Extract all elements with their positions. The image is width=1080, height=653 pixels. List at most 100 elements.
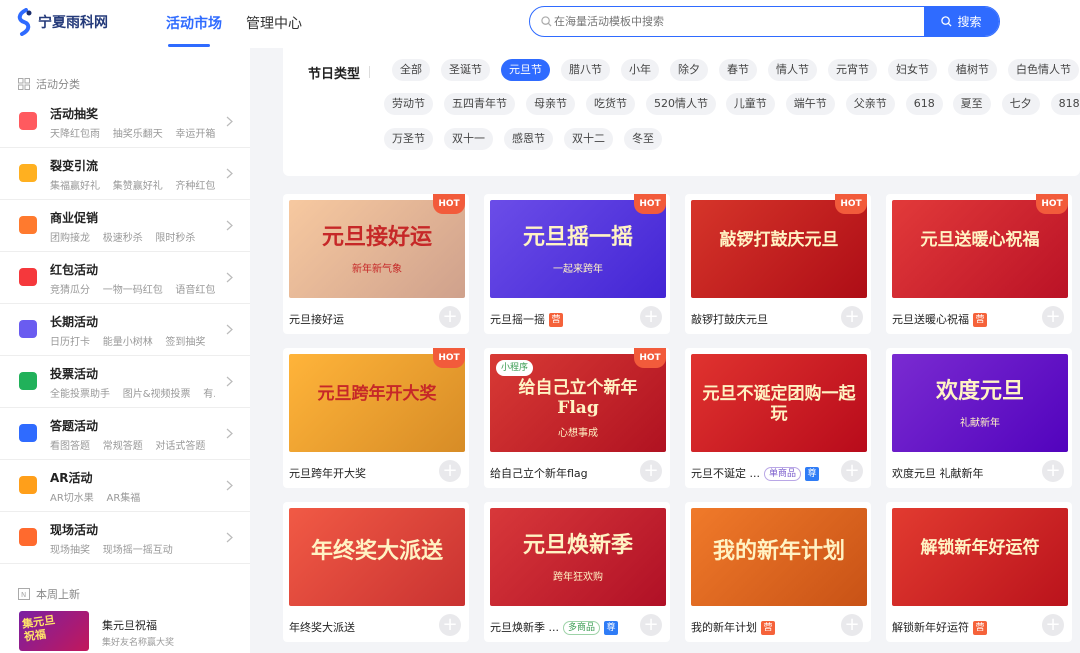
card-image[interactable]: 解锁新年好运符 xyxy=(892,508,1068,606)
template-card[interactable]: 给自己立个新年Flag 心想事成 小程序 HOT 给自己立个新年flag + xyxy=(484,348,670,488)
template-card[interactable]: 元旦跨年开大奖 HOT 元旦跨年开大奖 + xyxy=(283,348,469,488)
tier-badge: 营 xyxy=(549,313,563,327)
search-button[interactable]: 搜索 xyxy=(924,7,999,36)
template-card[interactable]: 元旦不诞定团购一起玩元旦不诞定 ... 单商品尊 + xyxy=(685,348,871,488)
logo[interactable]: 宁夏雨科网 xyxy=(14,7,108,37)
add-button[interactable]: + xyxy=(841,614,863,636)
sidebar-item[interactable]: 活动抽奖 天降红包雨 抽奖乐翻天 幸运开箱 xyxy=(0,96,250,148)
card-title[interactable]: 元旦不诞定 ... 单商品尊 xyxy=(691,465,820,481)
add-button[interactable]: + xyxy=(841,460,863,482)
filter-tag[interactable]: 感恩节 xyxy=(504,128,553,150)
sidebar: 活动分类 活动抽奖 天降红包雨 抽奖乐翻天 幸运开箱 裂变引流 集福赢好礼 集赞赢好礼… xyxy=(0,48,250,653)
card-title[interactable]: 元旦接好运 xyxy=(289,311,344,327)
add-button[interactable]: + xyxy=(439,460,461,482)
filter-tag[interactable]: 618 xyxy=(905,93,943,115)
tier-badge: 尊 xyxy=(805,467,820,481)
template-card[interactable]: 欢度元旦 礼献新年欢度元旦 礼献新年 + xyxy=(886,348,1072,488)
card-title[interactable]: 年终奖大派送 xyxy=(289,619,355,635)
sidebar-item[interactable]: 裂变引流 集福赢好礼 集赞赢好礼 齐种红包... xyxy=(0,148,250,200)
card-title[interactable]: 元旦摇一摇营 xyxy=(490,311,563,327)
card-image[interactable]: 元旦跨年开大奖 xyxy=(289,354,465,452)
filter-tag[interactable]: 劳动节 xyxy=(384,93,433,115)
card-title[interactable]: 元旦跨年开大奖 xyxy=(289,465,366,481)
sidebar-item[interactable]: 商业促销 团购接龙 极速秒杀 限时秒杀 xyxy=(0,200,250,252)
card-title[interactable]: 元旦焕新季 ... 多商品尊 xyxy=(490,619,619,635)
weekly-item-thumbnail[interactable]: 集元旦祝福 xyxy=(19,611,89,651)
sidebar-item-title: 投票活动 xyxy=(50,367,99,381)
filter-tag[interactable]: 吃货节 xyxy=(586,93,635,115)
filter-tag[interactable]: 妇女节 xyxy=(888,59,937,81)
filter-tag[interactable]: 圣诞节 xyxy=(441,59,490,81)
nav-management-center[interactable]: 管理中心 xyxy=(246,13,302,33)
card-image[interactable]: 给自己立个新年Flag 心想事成 小程序 xyxy=(490,354,666,452)
sidebar-item-title: 裂变引流 xyxy=(50,159,99,173)
filter-tag[interactable]: 情人节 xyxy=(768,59,817,81)
add-button[interactable]: + xyxy=(439,306,461,328)
filter-tag[interactable]: 元宵节 xyxy=(828,59,877,81)
sidebar-item[interactable]: 投票活动 全能投票助手 图片&视频投票 有... xyxy=(0,356,250,408)
card-image[interactable]: 我的新年计划 xyxy=(691,508,867,606)
template-card[interactable]: 元旦送暖心祝福 HOT 元旦送暖心祝福营 + xyxy=(886,194,1072,334)
add-button[interactable]: + xyxy=(439,614,461,636)
add-button[interactable]: + xyxy=(640,460,662,482)
card-image[interactable]: 元旦焕新季 跨年狂欢购 xyxy=(490,508,666,606)
card-image[interactable]: 敲锣打鼓庆元旦 xyxy=(691,200,867,298)
sidebar-item[interactable]: AR活动 AR切水果 AR集福 xyxy=(0,460,250,512)
card-title[interactable]: 解锁新年好运符营 xyxy=(892,619,987,635)
template-card[interactable]: 解锁新年好运符解锁新年好运符营 + xyxy=(886,502,1072,642)
add-button[interactable]: + xyxy=(640,614,662,636)
search-input[interactable] xyxy=(554,7,914,36)
filter-tag[interactable]: 冬至 xyxy=(624,128,662,150)
filter-tag[interactable]: 儿童节 xyxy=(725,93,775,115)
filter-tag[interactable]: 元旦节 xyxy=(501,59,550,81)
filter-tag[interactable]: 520情人节 xyxy=(646,93,716,115)
nav-activity-market[interactable]: 活动市场 xyxy=(166,13,222,33)
add-button[interactable]: + xyxy=(640,306,662,328)
filter-tag[interactable]: 春节 xyxy=(719,59,757,81)
filter-tag[interactable]: 全部 xyxy=(392,59,430,81)
filter-tag[interactable]: 双十一 xyxy=(444,128,493,150)
sidebar-item[interactable]: 答题活动 看图答题 常规答题 对话式答题 xyxy=(0,408,250,460)
filter-tag[interactable]: 小年 xyxy=(621,59,659,81)
add-button[interactable]: + xyxy=(841,306,863,328)
sidebar-item[interactable]: 长期活动 日历打卡 能量小树林 签到抽奖 xyxy=(0,304,250,356)
template-card[interactable]: 元旦焕新季 跨年狂欢购元旦焕新季 ... 多商品尊 + xyxy=(484,502,670,642)
filter-tag[interactable]: 母亲节 xyxy=(526,93,575,115)
card-image[interactable]: 元旦摇一摇 一起来跨年 xyxy=(490,200,666,298)
add-button[interactable]: + xyxy=(1042,306,1064,328)
card-title[interactable]: 敲锣打鼓庆元旦 xyxy=(691,311,768,327)
template-card[interactable]: 元旦接好运 新年新气象 HOT 元旦接好运 + xyxy=(283,194,469,334)
filter-tag[interactable]: 万圣节 xyxy=(384,128,433,150)
filter-tag[interactable]: 除夕 xyxy=(670,59,708,81)
sidebar-item[interactable]: 红包活动 竞猜瓜分 一物一码红包 语音红包 xyxy=(0,252,250,304)
filter-tag[interactable]: 端午节 xyxy=(785,93,835,115)
card-title[interactable]: 元旦送暖心祝福营 xyxy=(892,311,987,327)
sidebar-item-title: 红包活动 xyxy=(50,263,99,277)
weekly-item-title[interactable]: 集元旦祝福 xyxy=(102,617,157,633)
filter-tag[interactable]: 白色情人节 xyxy=(1008,59,1079,81)
card-image[interactable]: 元旦送暖心祝福 xyxy=(892,200,1068,298)
card-title[interactable]: 我的新年计划营 xyxy=(691,619,775,635)
card-title[interactable]: 欢度元旦 礼献新年 xyxy=(892,465,984,481)
filter-tag[interactable]: 七夕 xyxy=(1001,93,1040,115)
add-button[interactable]: + xyxy=(1042,614,1064,636)
add-button[interactable]: + xyxy=(1042,460,1064,482)
template-card[interactable]: 敲锣打鼓庆元旦 HOT 敲锣打鼓庆元旦 + xyxy=(685,194,871,334)
card-image[interactable]: 欢度元旦 礼献新年 xyxy=(892,354,1068,452)
sidebar-item[interactable]: 现场活动 现场抽奖 现场摇一摇互动 xyxy=(0,512,250,564)
filter-tag[interactable]: 双十二 xyxy=(564,128,613,150)
filter-tag[interactable]: 腊八节 xyxy=(561,59,610,81)
template-card[interactable]: 年终奖大派送 年终奖大派送 + xyxy=(283,502,469,642)
card-image-title: 元旦送暖心祝福 xyxy=(920,230,1040,250)
filter-tag[interactable]: 父亲节 xyxy=(845,93,895,115)
card-image[interactable]: 元旦不诞定团购一起玩 xyxy=(691,354,867,452)
filter-tag[interactable]: 818 xyxy=(1050,93,1080,115)
card-image[interactable]: 年终奖大派送 xyxy=(289,508,465,606)
filter-tag[interactable]: 夏至 xyxy=(952,93,991,115)
filter-tag[interactable]: 五四青年节 xyxy=(444,93,515,115)
card-image[interactable]: 元旦接好运 新年新气象 xyxy=(289,200,465,298)
template-card[interactable]: 元旦摇一摇 一起来跨年 HOT 元旦摇一摇营 + xyxy=(484,194,670,334)
template-card[interactable]: 我的新年计划我的新年计划营 + xyxy=(685,502,871,642)
card-title[interactable]: 给自己立个新年flag xyxy=(490,465,588,481)
filter-tag[interactable]: 植树节 xyxy=(948,59,997,81)
